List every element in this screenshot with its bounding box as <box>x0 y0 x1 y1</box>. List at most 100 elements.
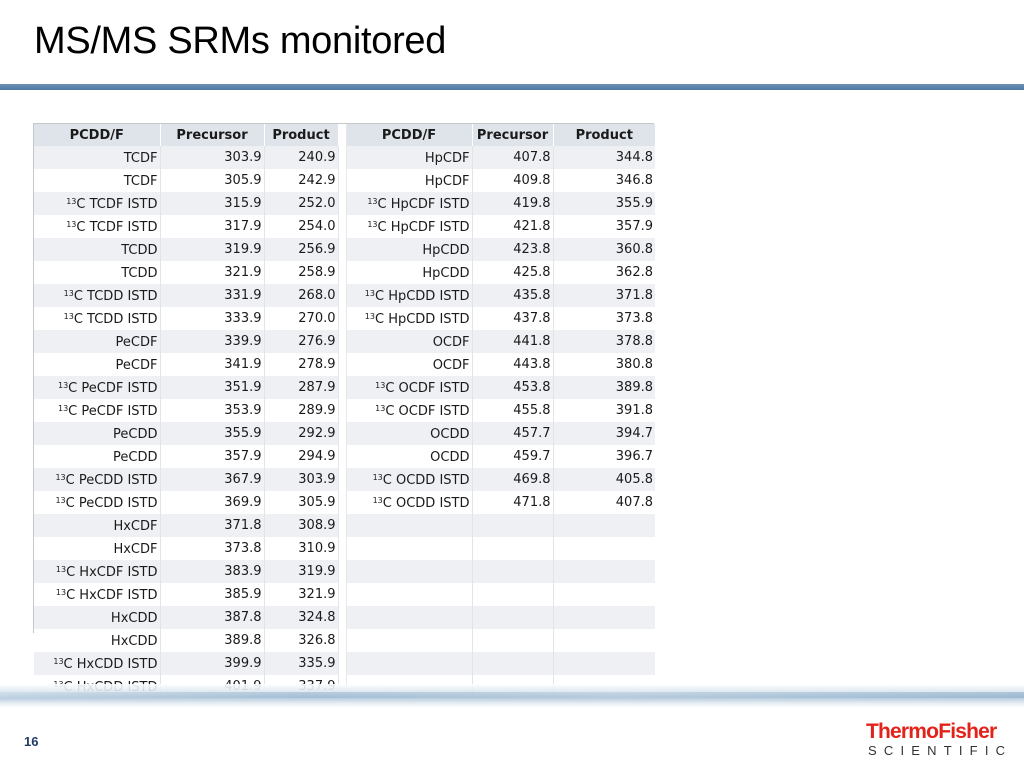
column-gap <box>338 215 347 238</box>
precursor-left-cell: 355.9 <box>160 422 265 445</box>
header-product-left: Product <box>264 124 339 146</box>
product-left-cell: 278.9 <box>264 353 339 376</box>
product-right-cell <box>553 560 655 583</box>
product-left-cell: 303.9 <box>264 468 339 491</box>
product-right-cell: 362.8 <box>553 261 655 284</box>
compound-cell-left: HxCDF <box>34 537 161 560</box>
precursor-right-cell: 409.8 <box>472 169 554 192</box>
precursor-right-cell: 443.8 <box>472 353 554 376</box>
compound-cell-right: OCDF <box>346 353 473 376</box>
isotope-superscript: 13 <box>367 220 378 229</box>
compound-cell-right: OCDF <box>346 330 473 353</box>
compound-cell-right <box>346 583 473 606</box>
product-left-cell: 258.9 <box>264 261 339 284</box>
product-left-cell: 268.0 <box>264 284 339 307</box>
isotope-superscript: 13 <box>63 312 74 321</box>
product-right-cell: 378.8 <box>553 330 655 353</box>
isotope-superscript: 13 <box>372 473 383 482</box>
product-left-cell: 287.9 <box>264 376 339 399</box>
table-row: TCDD 321.9 258.9 HpCDD 425.8 362.8 <box>34 261 655 284</box>
column-gap <box>338 537 347 560</box>
compound-cell-left: 13C PeCDD ISTD <box>34 468 161 491</box>
isotope-superscript: 13 <box>375 381 386 390</box>
product-right-cell: 389.8 <box>553 376 655 399</box>
product-right-cell: 405.8 <box>553 468 655 491</box>
isotope-superscript: 13 <box>55 588 67 597</box>
compound-cell-left: PeCDD <box>34 422 161 445</box>
compound-cell-right <box>346 514 473 537</box>
column-gap <box>338 192 347 215</box>
slide-title: MS/MS SRMs monitored <box>34 20 447 62</box>
compound-cell-right: 13C OCDF ISTD <box>346 376 473 399</box>
isotope-superscript: 13 <box>372 496 383 505</box>
compound-name: C TCDD ISTD <box>73 289 158 304</box>
logo-sub: SCIENTIFIC <box>868 743 1013 758</box>
column-gap <box>338 399 347 422</box>
compound-name: C HxCDF ISTD <box>66 588 158 603</box>
product-right-cell: 380.8 <box>553 353 655 376</box>
precursor-left-cell: 387.8 <box>160 606 265 629</box>
precursor-right-cell: 423.8 <box>472 238 554 261</box>
isotope-superscript: 13 <box>55 565 67 574</box>
column-gap <box>338 583 347 606</box>
compound-cell-right: HpCDF <box>346 146 473 169</box>
compound-cell-left: TCDD <box>34 238 161 261</box>
product-right-cell: 344.8 <box>553 146 655 169</box>
column-gap <box>338 422 347 445</box>
compound-name: OCDF <box>432 358 470 373</box>
product-left-cell: 289.9 <box>264 399 339 422</box>
compound-cell-right: HpCDD <box>346 238 473 261</box>
page-number: 16 <box>24 734 39 749</box>
column-gap <box>338 560 347 583</box>
compound-cell-left: 13C PeCDF ISTD <box>34 376 161 399</box>
compound-name: OCDD <box>430 450 470 465</box>
isotope-superscript: 13 <box>66 220 77 229</box>
product-right-cell: 355.9 <box>553 192 655 215</box>
column-gap <box>338 514 347 537</box>
precursor-right-cell: 425.8 <box>472 261 554 284</box>
precursor-left-cell: 371.8 <box>160 514 265 537</box>
compound-name: HpCDF <box>424 151 470 166</box>
compound-name: C HpCDF ISTD <box>377 197 470 212</box>
precursor-right-cell: 419.8 <box>472 192 554 215</box>
precursor-left-cell: 303.9 <box>160 146 265 169</box>
table-row: 13C TCDD ISTD 331.9 268.0 13C HpCDD ISTD 435… <box>34 284 655 307</box>
compound-name: OCDD <box>430 427 470 442</box>
isotope-superscript: 13 <box>367 197 378 206</box>
header-precursor-left: Precursor <box>160 124 265 146</box>
product-left-cell: 270.0 <box>264 307 339 330</box>
precursor-left-cell: 331.9 <box>160 284 265 307</box>
precursor-right-cell: 435.8 <box>472 284 554 307</box>
precursor-left-cell: 317.9 <box>160 215 265 238</box>
compound-cell-left: HxCDD <box>34 606 161 629</box>
compound-cell-right: 13C OCDD ISTD <box>346 491 473 514</box>
table-row: HxCDD 387.8 324.8 <box>34 606 655 629</box>
table-row: 13C HxCDF ISTD 385.9 321.9 <box>34 583 655 606</box>
compound-name: PeCDD <box>113 450 158 465</box>
precursor-right-cell: 407.8 <box>472 146 554 169</box>
precursor-left-cell: 385.9 <box>160 583 265 606</box>
compound-cell-left: 13C TCDF ISTD <box>34 192 161 215</box>
column-gap <box>338 261 347 284</box>
compound-cell-left: 13C PeCDF ISTD <box>34 399 161 422</box>
table-row: 13C HxCDF ISTD 383.9 319.9 <box>34 560 655 583</box>
compound-name: HxCDF <box>113 542 158 557</box>
precursor-left-cell: 399.9 <box>160 652 265 675</box>
compound-cell-right <box>346 560 473 583</box>
compound-cell-left: PeCDF <box>34 330 161 353</box>
column-gap <box>338 353 347 376</box>
product-left-cell: 324.8 <box>264 606 339 629</box>
product-right-cell: 357.9 <box>553 215 655 238</box>
product-left-cell: 308.9 <box>264 514 339 537</box>
compound-cell-left: 13C HxCDF ISTD <box>34 560 161 583</box>
header-product-right: Product <box>575 127 633 143</box>
compound-cell-left: HxCDD <box>34 629 161 652</box>
compound-cell-right: 13C OCDF ISTD <box>346 399 473 422</box>
compound-name: TCDD <box>121 243 158 258</box>
product-right-cell: 396.7 <box>553 445 655 468</box>
product-right-cell <box>553 652 655 675</box>
compound-name: C TCDD ISTD <box>73 312 158 327</box>
precursor-left-cell: 389.8 <box>160 629 265 652</box>
precursor-left-cell: 341.9 <box>160 353 265 376</box>
compound-cell-left: TCDF <box>34 169 161 192</box>
